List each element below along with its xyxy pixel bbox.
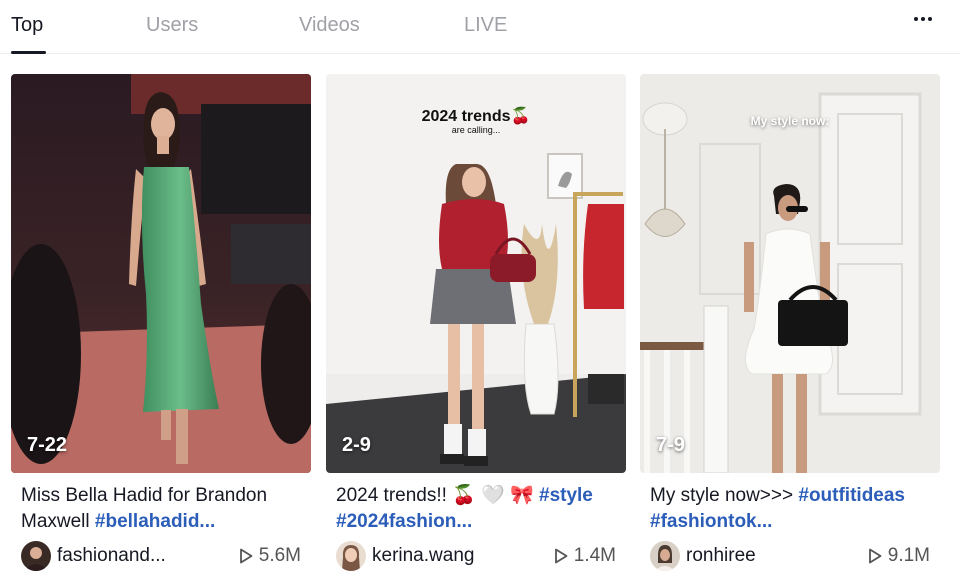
video-overlay-title: My style now: [750,114,830,128]
video-overlay-subtitle: are calling... [451,125,501,135]
post-date: 7-9 [656,434,685,456]
author-name[interactable]: fashionand... [57,545,166,567]
tab-top[interactable]: Top [11,14,43,37]
hashtag-link[interactable]: #bellahadid... [95,511,215,532]
play-icon [554,548,568,564]
view-count: 5.6M [239,545,301,567]
tab-live[interactable]: LIVE [464,14,507,37]
video-description: My style now>>> #outfitideas #fashiontok… [650,485,905,532]
avatar[interactable] [336,541,366,571]
video-meta: ronhiree 9.1M [640,539,940,573]
view-count: 1.4M [554,545,616,567]
more-horizontal-icon[interactable] [914,17,932,21]
author-name[interactable]: kerina.wang [372,545,474,567]
style-image [640,74,940,473]
video-card[interactable]: 2024 trends🍒 are calling... 2-9 2024 tre… [326,74,626,573]
post-date: 7-22 [27,434,68,456]
video-description: Miss Bella Hadid for Brandon Maxwell #be… [21,485,268,532]
video-meta: fashionand... 5.6M [11,539,311,573]
tab-users[interactable]: Users [146,14,198,37]
video-overlay-title: 2024 trends🍒 [421,108,531,125]
play-icon [868,548,882,564]
play-icon [239,548,253,564]
video-thumbnail[interactable]: 2024 trends🍒 are calling... 2-9 [326,74,626,473]
view-count: 9.1M [868,545,930,567]
video-description: 2024 trends!! 🍒 🤍 🎀 #style #2024fashion.… [336,485,593,532]
video-thumbnail[interactable]: 7-22 [11,74,311,473]
avatar[interactable] [650,541,680,571]
author-name[interactable]: ronhiree [686,545,756,567]
active-tab-indicator [11,51,46,54]
video-meta: kerina.wang 1.4M [326,539,626,573]
video-card[interactable]: My style now: 7-9 My style now>>> #outfi… [640,74,940,573]
tab-videos[interactable]: Videos [299,14,360,37]
video-card[interactable]: 7-22 Miss Bella Hadid for Brandon Maxwel… [11,74,311,573]
post-date: 2-9 [342,434,371,456]
avatar[interactable] [21,541,51,571]
video-thumbnail[interactable]: My style now: 7-9 [640,74,940,473]
search-tabs: Top Users Videos LIVE [0,0,960,54]
runway-image [11,74,311,473]
